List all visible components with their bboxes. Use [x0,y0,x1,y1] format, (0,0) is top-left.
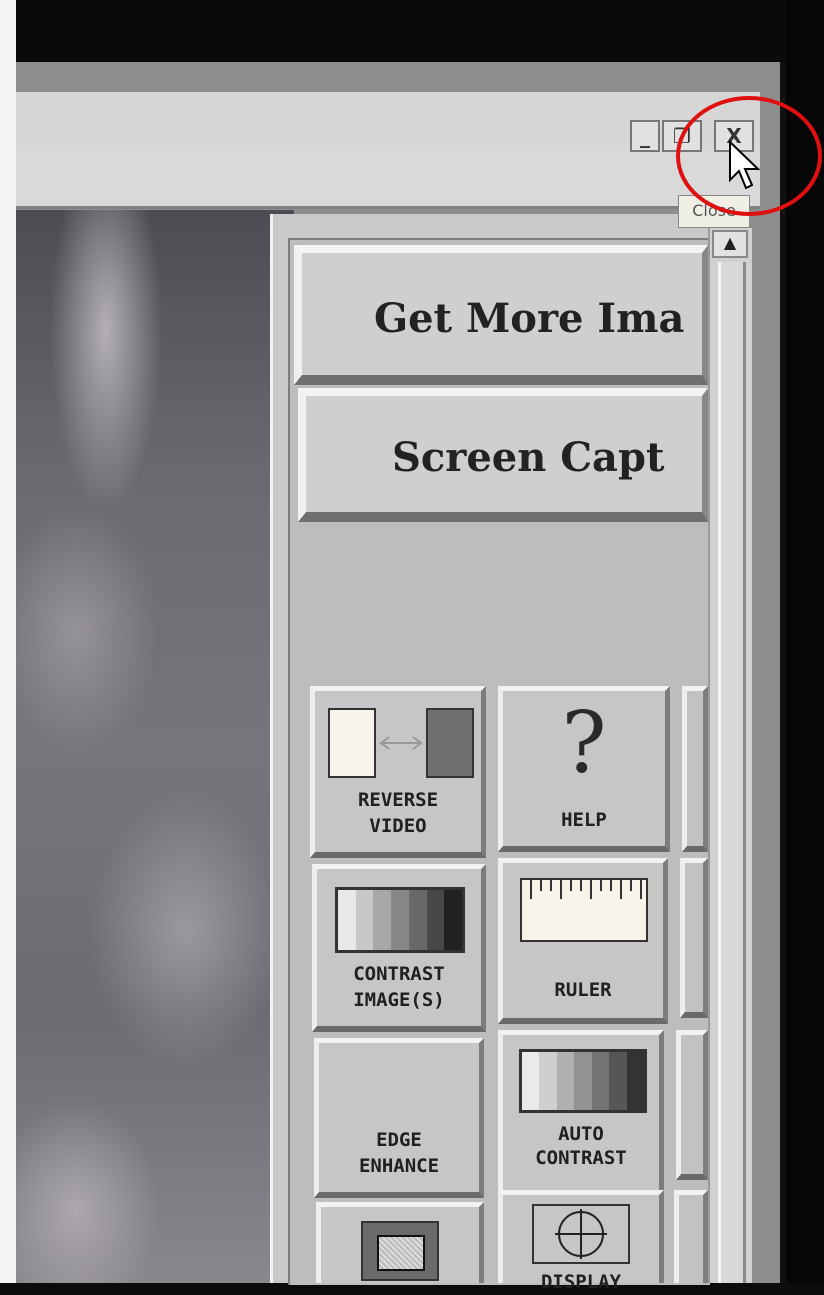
reverse-video-icon [328,708,474,778]
tool-button-partial[interactable] [680,858,708,1018]
auto-contrast-button[interactable]: AUTO CONTRAST [498,1030,664,1196]
photo-left-edge [0,0,16,1283]
get-more-images-button[interactable]: Get More Ima [294,245,708,385]
ruler-button[interactable]: RULER [498,858,668,1024]
tool-button-partial[interactable] [676,1030,708,1180]
help-icon: ? [561,694,607,792]
monitor-bezel-top [16,0,786,62]
tool-button-bottom-left[interactable] [316,1202,484,1283]
ruler-icon [520,878,648,942]
help-label: HELP [561,809,607,831]
scroll-up-arrow-icon[interactable]: ▲ [712,230,748,258]
minimize-button[interactable]: _ [630,120,660,152]
auto-contrast-label-1: AUTO [558,1123,604,1145]
display-button[interactable]: DISPLAY [498,1190,664,1293]
screen-capture-button[interactable]: Screen Capt [298,388,708,522]
mammogram-image-viewer[interactable] [16,210,294,1283]
tool-button-partial[interactable] [682,686,708,852]
reverse-video-label-1: REVERSE [357,789,439,811]
display-label: DISPLAY [540,1271,622,1293]
reverse-video-label-2: VIDEO [369,815,427,837]
minimize-icon: _ [640,124,650,148]
reverse-video-button[interactable]: REVERSE VIDEO [310,686,486,858]
window-menubar [16,150,760,209]
screen-capture-label: Screen Capt [392,434,665,481]
edge-enhance-label-1: EDGE [376,1129,422,1151]
auto-contrast-icon [519,1049,647,1113]
contrast-images-label-1: CONTRAST [353,963,445,985]
get-more-images-label: Get More Ima [374,295,685,342]
help-button[interactable]: ? HELP [498,686,670,852]
annotation-circle [676,96,822,216]
contrast-icon [335,887,465,953]
edge-enhance-button[interactable]: EDGE ENHANCE [314,1038,484,1198]
scroll-thumb[interactable] [718,262,746,1283]
contrast-images-button[interactable]: CONTRAST IMAGE(S) [312,864,486,1032]
edge-enhance-label-2: ENHANCE [358,1155,440,1177]
display-crosshair-icon [532,1204,630,1264]
tool-button-partial[interactable] [674,1190,708,1283]
contrast-images-label-2: IMAGE(S) [353,989,445,1011]
auto-contrast-label-2: CONTRAST [535,1147,627,1169]
square-pattern-icon [361,1221,439,1281]
ruler-label: RULER [554,979,612,1001]
